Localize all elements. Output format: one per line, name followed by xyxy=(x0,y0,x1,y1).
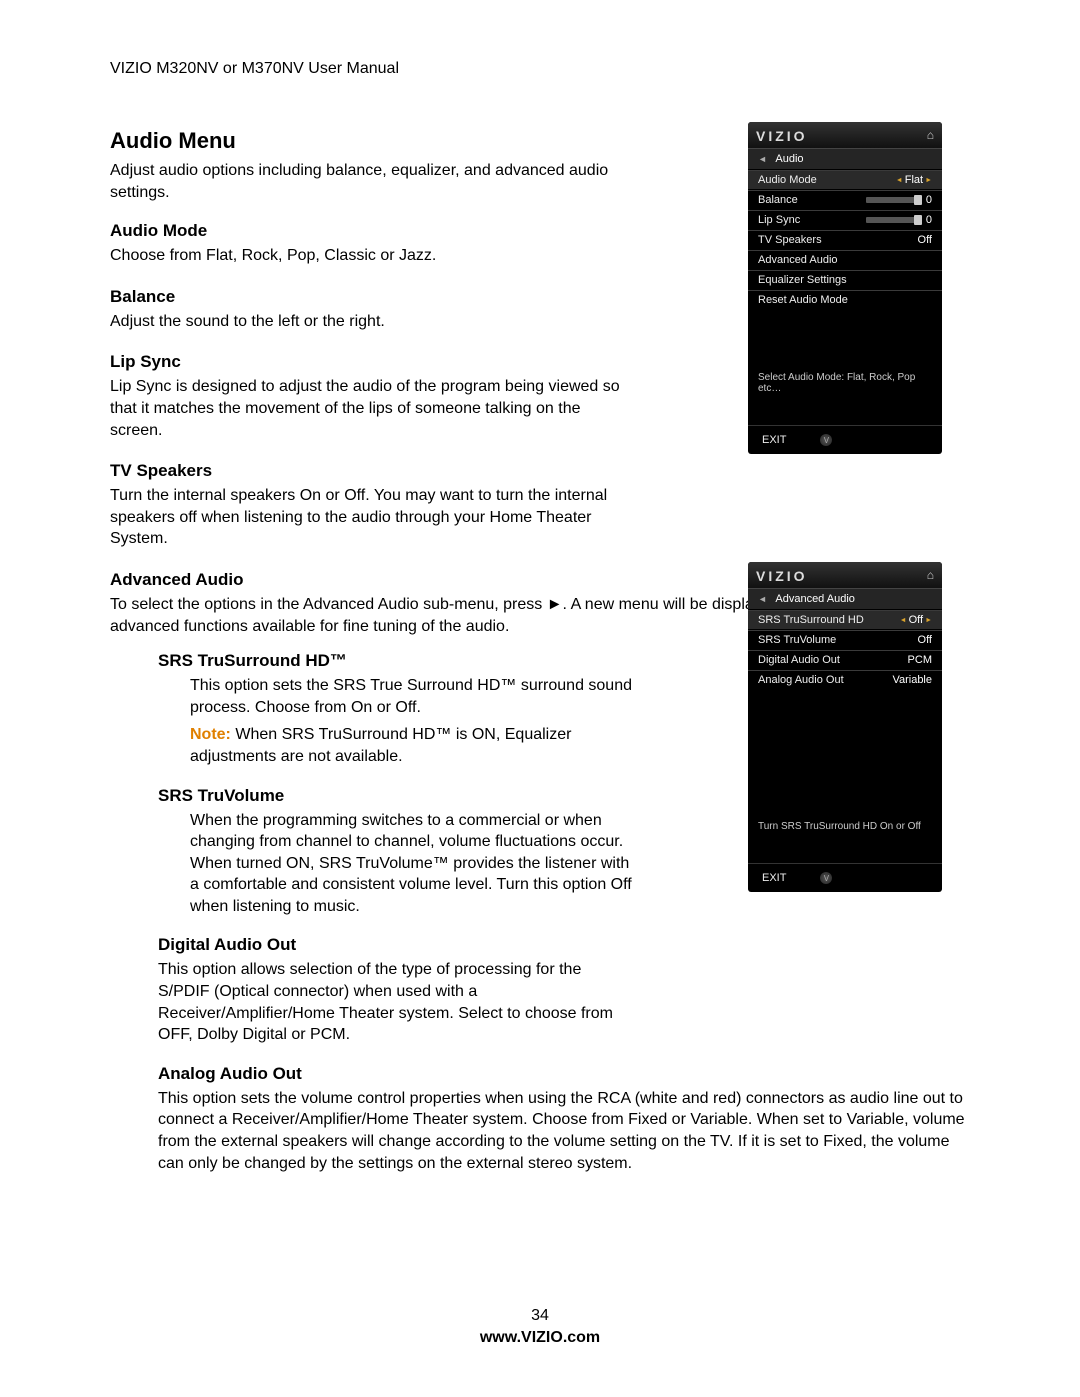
osd-exit: EXIT xyxy=(762,434,786,446)
manual-header: VIZIO M320NV or M370NV User Manual xyxy=(110,60,970,78)
home-icon: ⌂ xyxy=(927,568,934,582)
osd-row-srs-tsh: SRS TruSurround HD ◄ Off ► xyxy=(748,610,942,630)
desc-balance: Adjust the sound to the left or the righ… xyxy=(110,311,630,333)
osd-row-value: ◄ Flat ► xyxy=(896,174,932,186)
desc-audio-mode: Choose from Flat, Rock, Pop, Classic or … xyxy=(110,245,630,267)
osd-row-digital-out: Digital Audio Out PCM xyxy=(748,650,942,670)
osd-advanced-audio-menu: VIZIO ⌂ ◄ Advanced Audio SRS TruSurround… xyxy=(748,562,942,892)
heading-srs-truvolume: SRS TruVolume xyxy=(158,786,638,806)
section-title: Audio Menu xyxy=(110,128,630,154)
footer-site: www.VIZIO.com xyxy=(0,1329,1080,1347)
osd-row-label: Audio Mode xyxy=(758,174,817,186)
v-button-icon: V xyxy=(820,872,832,884)
left-arrow-icon: ◄ xyxy=(900,617,907,624)
section-desc: Adjust audio options including balance, … xyxy=(110,160,630,203)
osd-value-text: 0 xyxy=(926,194,932,206)
osd-row-label: SRS TruSurround HD xyxy=(758,614,864,626)
desc-srs-tsh: This option sets the SRS True Surround H… xyxy=(190,675,638,718)
desc-tv-speakers: Turn the internal speakers On or Off. Yo… xyxy=(110,485,630,550)
osd-value-text: Off xyxy=(918,234,932,246)
osd-audio-menu: VIZIO ⌂ ◄ Audio Audio Mode ◄ Flat ► Bala… xyxy=(748,122,942,454)
osd-row-audio-mode: Audio Mode ◄ Flat ► xyxy=(748,170,942,190)
back-arrow-icon: ◄ xyxy=(758,154,767,164)
desc-digital-out: This option allows selection of the type… xyxy=(158,959,618,1045)
heading-digital-out: Digital Audio Out xyxy=(158,935,638,955)
left-arrow-icon: ◄ xyxy=(896,177,903,184)
osd-row-tv-speakers: TV Speakers Off xyxy=(748,230,942,250)
osd-brand: VIZIO xyxy=(756,128,808,144)
osd-footer: EXIT V xyxy=(748,425,942,454)
osd-breadcrumb: ◄ Advanced Audio xyxy=(748,589,942,610)
heading-analog-out: Analog Audio Out xyxy=(158,1064,968,1084)
desc-lip-sync: Lip Sync is designed to adjust the audio… xyxy=(110,376,630,441)
right-arrow-icon: ► xyxy=(925,617,932,624)
desc-srs-truvolume: When the programming switches to a comme… xyxy=(190,810,638,918)
osd-row-balance: Balance 0 xyxy=(748,190,942,210)
slider-icon xyxy=(866,197,920,203)
osd-row-lip-sync: Lip Sync 0 xyxy=(748,210,942,230)
slider-icon xyxy=(866,217,920,223)
page-footer: 34 www.VIZIO.com xyxy=(0,1307,1080,1347)
page-number: 34 xyxy=(0,1307,1080,1325)
osd-brand-bar: VIZIO ⌂ xyxy=(748,122,942,149)
osd-hint-text: Turn SRS TruSurround HD On or Off xyxy=(748,821,942,832)
osd-value-text: Variable xyxy=(892,674,932,686)
osd-brand-bar: VIZIO ⌂ xyxy=(748,562,942,589)
osd-row-advanced-audio: Advanced Audio xyxy=(748,250,942,270)
osd-hint-text: Select Audio Mode: Flat, Rock, Pop etc… xyxy=(748,372,942,394)
osd-exit: EXIT xyxy=(762,872,786,884)
heading-balance: Balance xyxy=(110,287,630,307)
heading-lip-sync: Lip Sync xyxy=(110,352,630,372)
osd-value-text: 0 xyxy=(926,214,932,226)
osd-row-analog-out: Analog Audio Out Variable xyxy=(748,670,942,690)
heading-srs-tsh: SRS TruSurround HD™ xyxy=(158,651,638,671)
osd-row-label: TV Speakers xyxy=(758,234,822,246)
main-content: VIZIO ⌂ ◄ Audio Audio Mode ◄ Flat ► Bala… xyxy=(110,128,970,1174)
osd-crumb-text: Audio xyxy=(775,153,803,165)
osd-footer: EXIT V xyxy=(748,863,942,892)
v-button-icon: V xyxy=(820,434,832,446)
osd-brand: VIZIO xyxy=(756,568,808,584)
heading-audio-mode: Audio Mode xyxy=(110,221,630,241)
desc-analog-out: This option sets the volume control prop… xyxy=(158,1088,968,1174)
heading-tv-speakers: TV Speakers xyxy=(110,461,630,481)
osd-row-label: Digital Audio Out xyxy=(758,654,840,666)
osd-row-label: Lip Sync xyxy=(758,214,800,226)
osd-row-reset-audio: Reset Audio Mode xyxy=(748,290,942,310)
osd-row-value: 0 xyxy=(862,194,932,206)
osd-value-text: Off xyxy=(918,634,932,646)
osd-value-text: Flat xyxy=(905,174,923,186)
osd-row-label: SRS TruVolume xyxy=(758,634,836,646)
osd-row-srs-truvolume: SRS TruVolume Off xyxy=(748,630,942,650)
osd-row-value: ◄ Off ► xyxy=(900,614,932,626)
note-label: Note: xyxy=(190,726,231,743)
osd-breadcrumb: ◄ Audio xyxy=(748,149,942,170)
osd-row-label: Reset Audio Mode xyxy=(758,294,848,306)
osd-row-equalizer: Equalizer Settings xyxy=(748,270,942,290)
osd-row-value: 0 xyxy=(862,214,932,226)
back-arrow-icon: ◄ xyxy=(758,594,767,604)
osd-row-label: Equalizer Settings xyxy=(758,274,847,286)
note-srs-tsh: Note: When SRS TruSurround HD™ is ON, Eq… xyxy=(190,724,638,767)
right-arrow-icon: ► xyxy=(925,177,932,184)
osd-crumb-text: Advanced Audio xyxy=(775,593,855,605)
home-icon: ⌂ xyxy=(927,128,934,142)
osd-row-label: Balance xyxy=(758,194,798,206)
osd-value-text: Off xyxy=(909,614,923,626)
note-text: When SRS TruSurround HD™ is ON, Equalize… xyxy=(190,726,571,765)
osd-value-text: PCM xyxy=(908,654,932,666)
osd-row-label: Advanced Audio xyxy=(758,254,838,266)
osd-row-label: Analog Audio Out xyxy=(758,674,844,686)
